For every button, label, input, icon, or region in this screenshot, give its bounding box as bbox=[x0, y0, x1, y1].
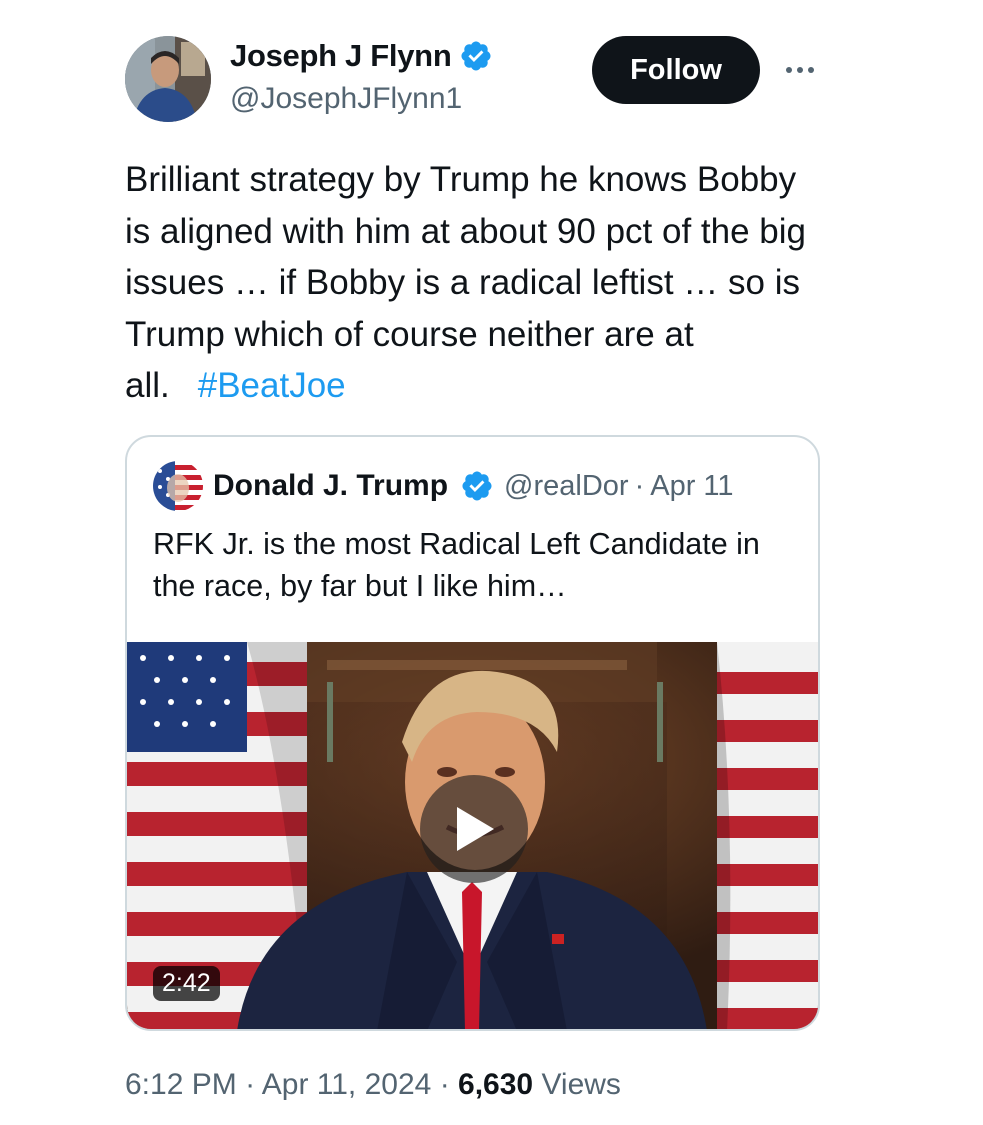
meta-separator: · bbox=[439, 1068, 450, 1101]
quoted-tweet-card[interactable]: Donald J. Trump @realDor · Apr 11 RFK Jr… bbox=[125, 435, 820, 1031]
quoted-author-handle[interactable]: @realDor bbox=[504, 470, 629, 503]
author-name[interactable]: Joseph J Flynn bbox=[230, 38, 493, 74]
hashtag-link[interactable]: #BeatJoe bbox=[198, 366, 346, 405]
quoted-tweet-date[interactable]: Apr 11 bbox=[650, 470, 733, 503]
quoted-tweet-text: RFK Jr. is the most Radical Left Candida… bbox=[153, 527, 760, 603]
more-dot bbox=[808, 67, 814, 73]
quoted-separator: · bbox=[634, 469, 645, 502]
views-count: 6,630 bbox=[458, 1068, 534, 1101]
more-dot bbox=[797, 67, 803, 73]
meta-separator: · bbox=[245, 1068, 256, 1101]
author-avatar[interactable] bbox=[125, 36, 211, 122]
video-duration: 2:42 bbox=[153, 966, 220, 1001]
play-icon bbox=[457, 807, 494, 851]
views-label: Views bbox=[541, 1068, 621, 1101]
tweet-time[interactable]: 6:12 PM bbox=[125, 1068, 237, 1101]
tweet-date[interactable]: Apr 11, 2024 bbox=[262, 1068, 432, 1101]
quoted-verified-badge-icon bbox=[462, 471, 492, 501]
tweet-meta: 6:12 PM · Apr 11, 2024 · 6,630 Views bbox=[125, 1068, 621, 1102]
author-name-text[interactable]: Joseph J Flynn bbox=[230, 38, 452, 74]
quoted-author-avatar[interactable] bbox=[153, 461, 203, 511]
more-dot bbox=[786, 67, 792, 73]
play-button[interactable] bbox=[420, 775, 528, 883]
video-player[interactable]: 2:42 bbox=[127, 642, 818, 1029]
verified-badge-icon bbox=[461, 41, 491, 71]
author-handle[interactable]: @JosephJFlynn1 bbox=[230, 82, 462, 116]
follow-button[interactable]: Follow bbox=[592, 36, 760, 104]
quoted-tweet-header: Donald J. Trump @realDor · Apr 11 bbox=[153, 461, 734, 511]
more-options-icon[interactable] bbox=[778, 52, 822, 88]
tweet-text: Brilliant strategy by Trump he knows Bob… bbox=[125, 154, 825, 412]
quoted-author-name[interactable]: Donald J. Trump bbox=[213, 469, 448, 503]
